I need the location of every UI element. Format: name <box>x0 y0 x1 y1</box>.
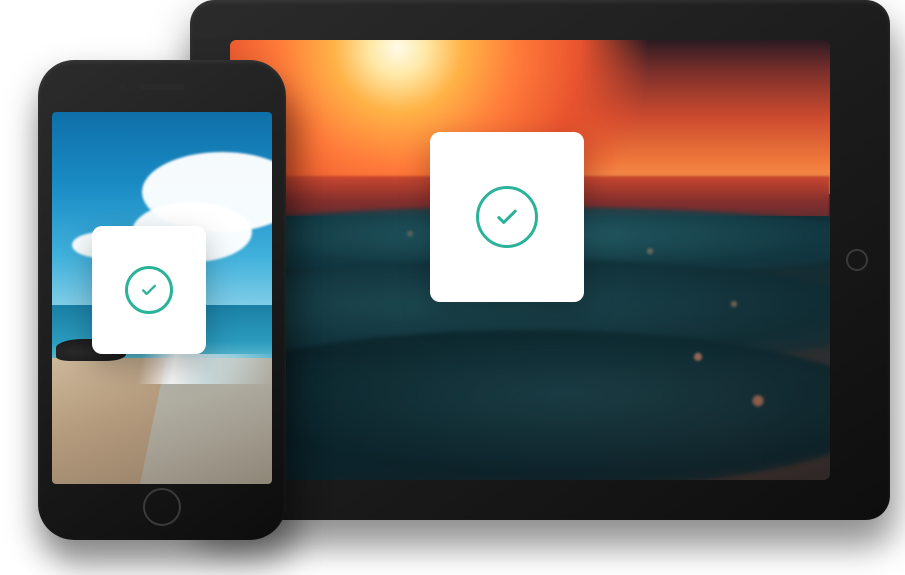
check-circle-icon <box>476 186 538 248</box>
phone-camera-dot <box>120 84 126 90</box>
tablet-success-card <box>430 132 584 302</box>
phone-speaker <box>140 84 184 90</box>
check-circle-icon <box>125 266 173 314</box>
tablet-home-button[interactable] <box>846 249 868 271</box>
phone-success-card <box>92 226 206 354</box>
phone-home-button[interactable] <box>143 488 181 526</box>
device-mockup-composition <box>0 0 905 575</box>
